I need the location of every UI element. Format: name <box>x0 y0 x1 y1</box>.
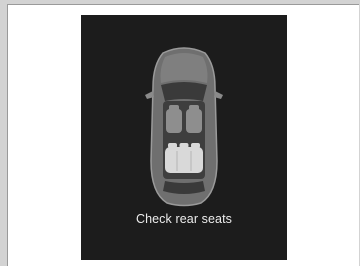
rear-seats-highlighted <box>165 143 203 173</box>
check-rear-seats-message: Check rear seats <box>135 212 233 226</box>
display-screen: Check rear seats <box>81 15 287 260</box>
car-top-view-icon <box>145 47 223 207</box>
